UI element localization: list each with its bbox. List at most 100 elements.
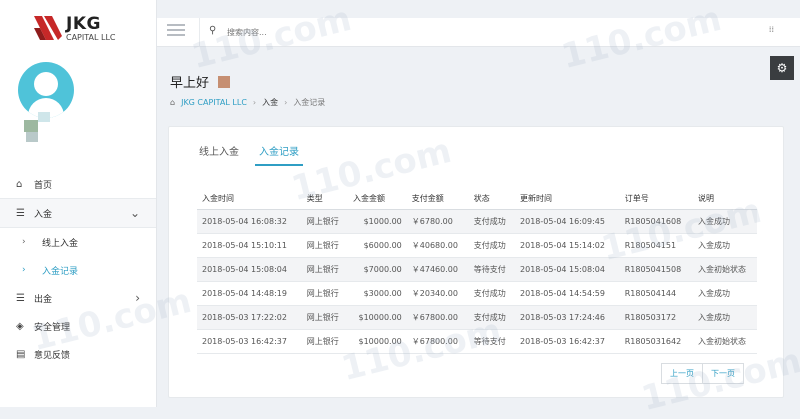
table-row: 2018-05-04 15:10:11 网上银行 $6000.00 ￥40680.00… [197, 233, 757, 258]
sidebar-nav: ⌂ 首页 ☰ 入金 ⌄ › 线上入金 › 入金记录 ☰ 出金 › ◈ 安全管理 … [0, 170, 156, 368]
file-icon: ▤ [16, 348, 26, 360]
tab-online-deposit[interactable]: 线上入金 [195, 143, 243, 166]
table-cell-type: 网上银行 [301, 281, 349, 306]
page-greeting: 早上好 [170, 76, 210, 91]
avatar[interactable] [18, 62, 78, 144]
table-cell-note: 入金成功 [693, 281, 757, 306]
sidebar-subitem-label: 线上入金 [42, 238, 79, 249]
table-cell-order: R180503172 [619, 305, 694, 330]
table-cell-paid: ￥67800.00 [406, 329, 469, 354]
column-header: 类型 [301, 187, 349, 210]
table-cell-status: 等待支付 [468, 257, 516, 282]
table-cell-order: R1805041508 [619, 257, 694, 282]
chevron-right-icon: › [22, 237, 26, 247]
search-input[interactable] [225, 23, 749, 41]
gear-icon: ⚙ [776, 61, 788, 75]
avatar-image [18, 62, 74, 118]
logo-mark-icon [34, 16, 62, 40]
table-cell-amount: $7000.00 [348, 257, 407, 282]
table-cell-order: R1805041608 [619, 209, 694, 234]
table-cell-updated: 2018-05-04 14:54:59 [515, 281, 620, 306]
table-cell-note: 入金初始状态 [693, 329, 757, 354]
list-icon: ☰ [16, 292, 25, 304]
chevron-right-icon: › [135, 291, 140, 305]
table-cell-type: 网上银行 [301, 233, 349, 258]
next-page-button[interactable]: 下一页 [703, 363, 744, 384]
table-cell-type: 网上银行 [301, 305, 349, 330]
pagination: 上一页 下一页 [661, 363, 744, 384]
tabs: 线上入金 入金记录 [195, 143, 303, 166]
table-cell-updated: 2018-05-03 16:42:37 [515, 329, 620, 354]
table-row: 2018-05-04 14:48:19 网上银行 $3000.00 ￥20340.00… [197, 281, 757, 306]
table-cell-status: 支付成功 [468, 305, 516, 330]
home-icon: ⌂ [170, 98, 176, 107]
table-header-row: 入金时间 类型 入金金额 支付金额 状态 更新时间 订单号 说明 [197, 187, 757, 210]
table-cell-note: 入金初始状态 [693, 257, 757, 282]
chevron-down-icon: ⌄ [129, 206, 140, 220]
sidebar-item-withdraw[interactable]: ☰ 出金 › [0, 284, 156, 312]
records-panel: 线上入金 入金记录 入金时间 类型 入金金额 支付金额 状态 更新时间 订单号 … [168, 126, 784, 398]
table-cell-updated: 2018-05-04 15:14:02 [515, 233, 620, 258]
table-cell-type: 网上银行 [301, 257, 349, 282]
table-cell-order: R180504144 [619, 281, 694, 306]
table-row: 2018-05-03 16:42:37 网上银行 $10000.00 ￥67800.0… [197, 329, 757, 354]
tab-deposit-records[interactable]: 入金记录 [255, 143, 303, 166]
search-icon: ⚲ [209, 25, 217, 36]
brand-logo[interactable]: JKG CAPITAL LLC [34, 14, 144, 44]
column-header: 说明 [693, 187, 757, 210]
column-header: 支付金额 [406, 187, 469, 210]
divider [199, 18, 200, 46]
column-header: 入金金额 [348, 187, 407, 210]
table-cell-time: 2018-05-04 15:10:11 [197, 233, 302, 258]
brand-sub: CAPITAL LLC [66, 33, 116, 42]
sidebar-item-home[interactable]: ⌂ 首页 [0, 170, 156, 198]
table-cell-updated: 2018-05-04 15:08:04 [515, 257, 620, 282]
sidebar-item-feedback[interactable]: ▤ 意见反馈 [0, 340, 156, 368]
table-cell-paid: ￥67800.00 [406, 305, 469, 330]
shield-icon: ◈ [16, 320, 24, 332]
table-cell-time: 2018-05-03 16:42:37 [197, 329, 302, 354]
table-cell-amount: $3000.00 [348, 281, 407, 306]
table-cell-status: 等待支付 [468, 329, 516, 354]
table-cell-note: 入金成功 [693, 209, 757, 234]
breadcrumb-company-link[interactable]: JKG CAPITAL LLC [181, 98, 247, 107]
home-icon: ⌂ [16, 178, 23, 190]
chevron-right-icon: › [22, 265, 26, 275]
sidebar-item-deposit[interactable]: ☰ 入金 ⌄ [0, 198, 156, 228]
table-cell-paid: ￥6780.00 [406, 209, 469, 234]
table-row: 2018-05-04 15:08:04 网上银行 $7000.00 ￥47460.00… [197, 257, 757, 282]
table-cell-status: 支付成功 [468, 209, 516, 234]
column-header: 状态 [468, 187, 516, 210]
table-cell-order: R1805031642 [619, 329, 694, 354]
sidebar-item-label: 安全管理 [34, 322, 71, 333]
table-cell-amount: $10000.00 [348, 329, 407, 354]
table-row: 2018-05-04 16:08:32 网上银行 $1000.00 ￥6780.00 支… [197, 209, 757, 234]
table-cell-note: 入金成功 [693, 305, 757, 330]
table-cell-updated: 2018-05-04 16:09:45 [515, 209, 620, 234]
breadcrumb: ⌂ JKG CAPITAL LLC › 入金 › 入金记录 [170, 97, 325, 108]
table-cell-time: 2018-05-04 14:48:19 [197, 281, 302, 306]
expand-icon[interactable]: ⁞⁞ [769, 25, 774, 34]
breadcrumb-section[interactable]: 入金 [262, 97, 278, 108]
table-row: 2018-05-03 17:22:02 网上银行 $10000.00 ￥67800.0… [197, 305, 757, 330]
sidebar-item-label: 出金 [34, 294, 53, 305]
table-cell-amount: $1000.00 [348, 209, 407, 234]
breadcrumb-page: 入金记录 [293, 98, 326, 107]
table-cell-time: 2018-05-03 17:22:02 [197, 305, 302, 330]
column-header: 入金时间 [197, 187, 302, 210]
sidebar-subitem-label: 入金记录 [42, 266, 79, 277]
sidebar-subitem-online-deposit[interactable]: › 线上入金 [0, 228, 156, 256]
settings-button[interactable]: ⚙ [770, 56, 794, 80]
list-icon: ☰ [16, 207, 25, 219]
table-cell-time: 2018-05-04 15:08:04 [197, 257, 302, 282]
sidebar-subitem-deposit-records[interactable]: › 入金记录 [0, 256, 156, 284]
table-cell-type: 网上银行 [301, 329, 349, 354]
sidebar-item-security[interactable]: ◈ 安全管理 [0, 312, 156, 340]
breadcrumb-separator-icon: › [284, 98, 288, 107]
table-cell-paid: ￥40680.00 [406, 233, 469, 258]
sidebar: JKG CAPITAL LLC ⌂ 首页 ☰ 入金 ⌄ › 线上入金 › 入金记… [0, 0, 157, 407]
prev-page-button[interactable]: 上一页 [661, 363, 703, 384]
sidebar-item-label: 入金 [34, 209, 53, 220]
column-header: 更新时间 [515, 187, 620, 210]
menu-toggle-icon[interactable] [167, 24, 185, 38]
